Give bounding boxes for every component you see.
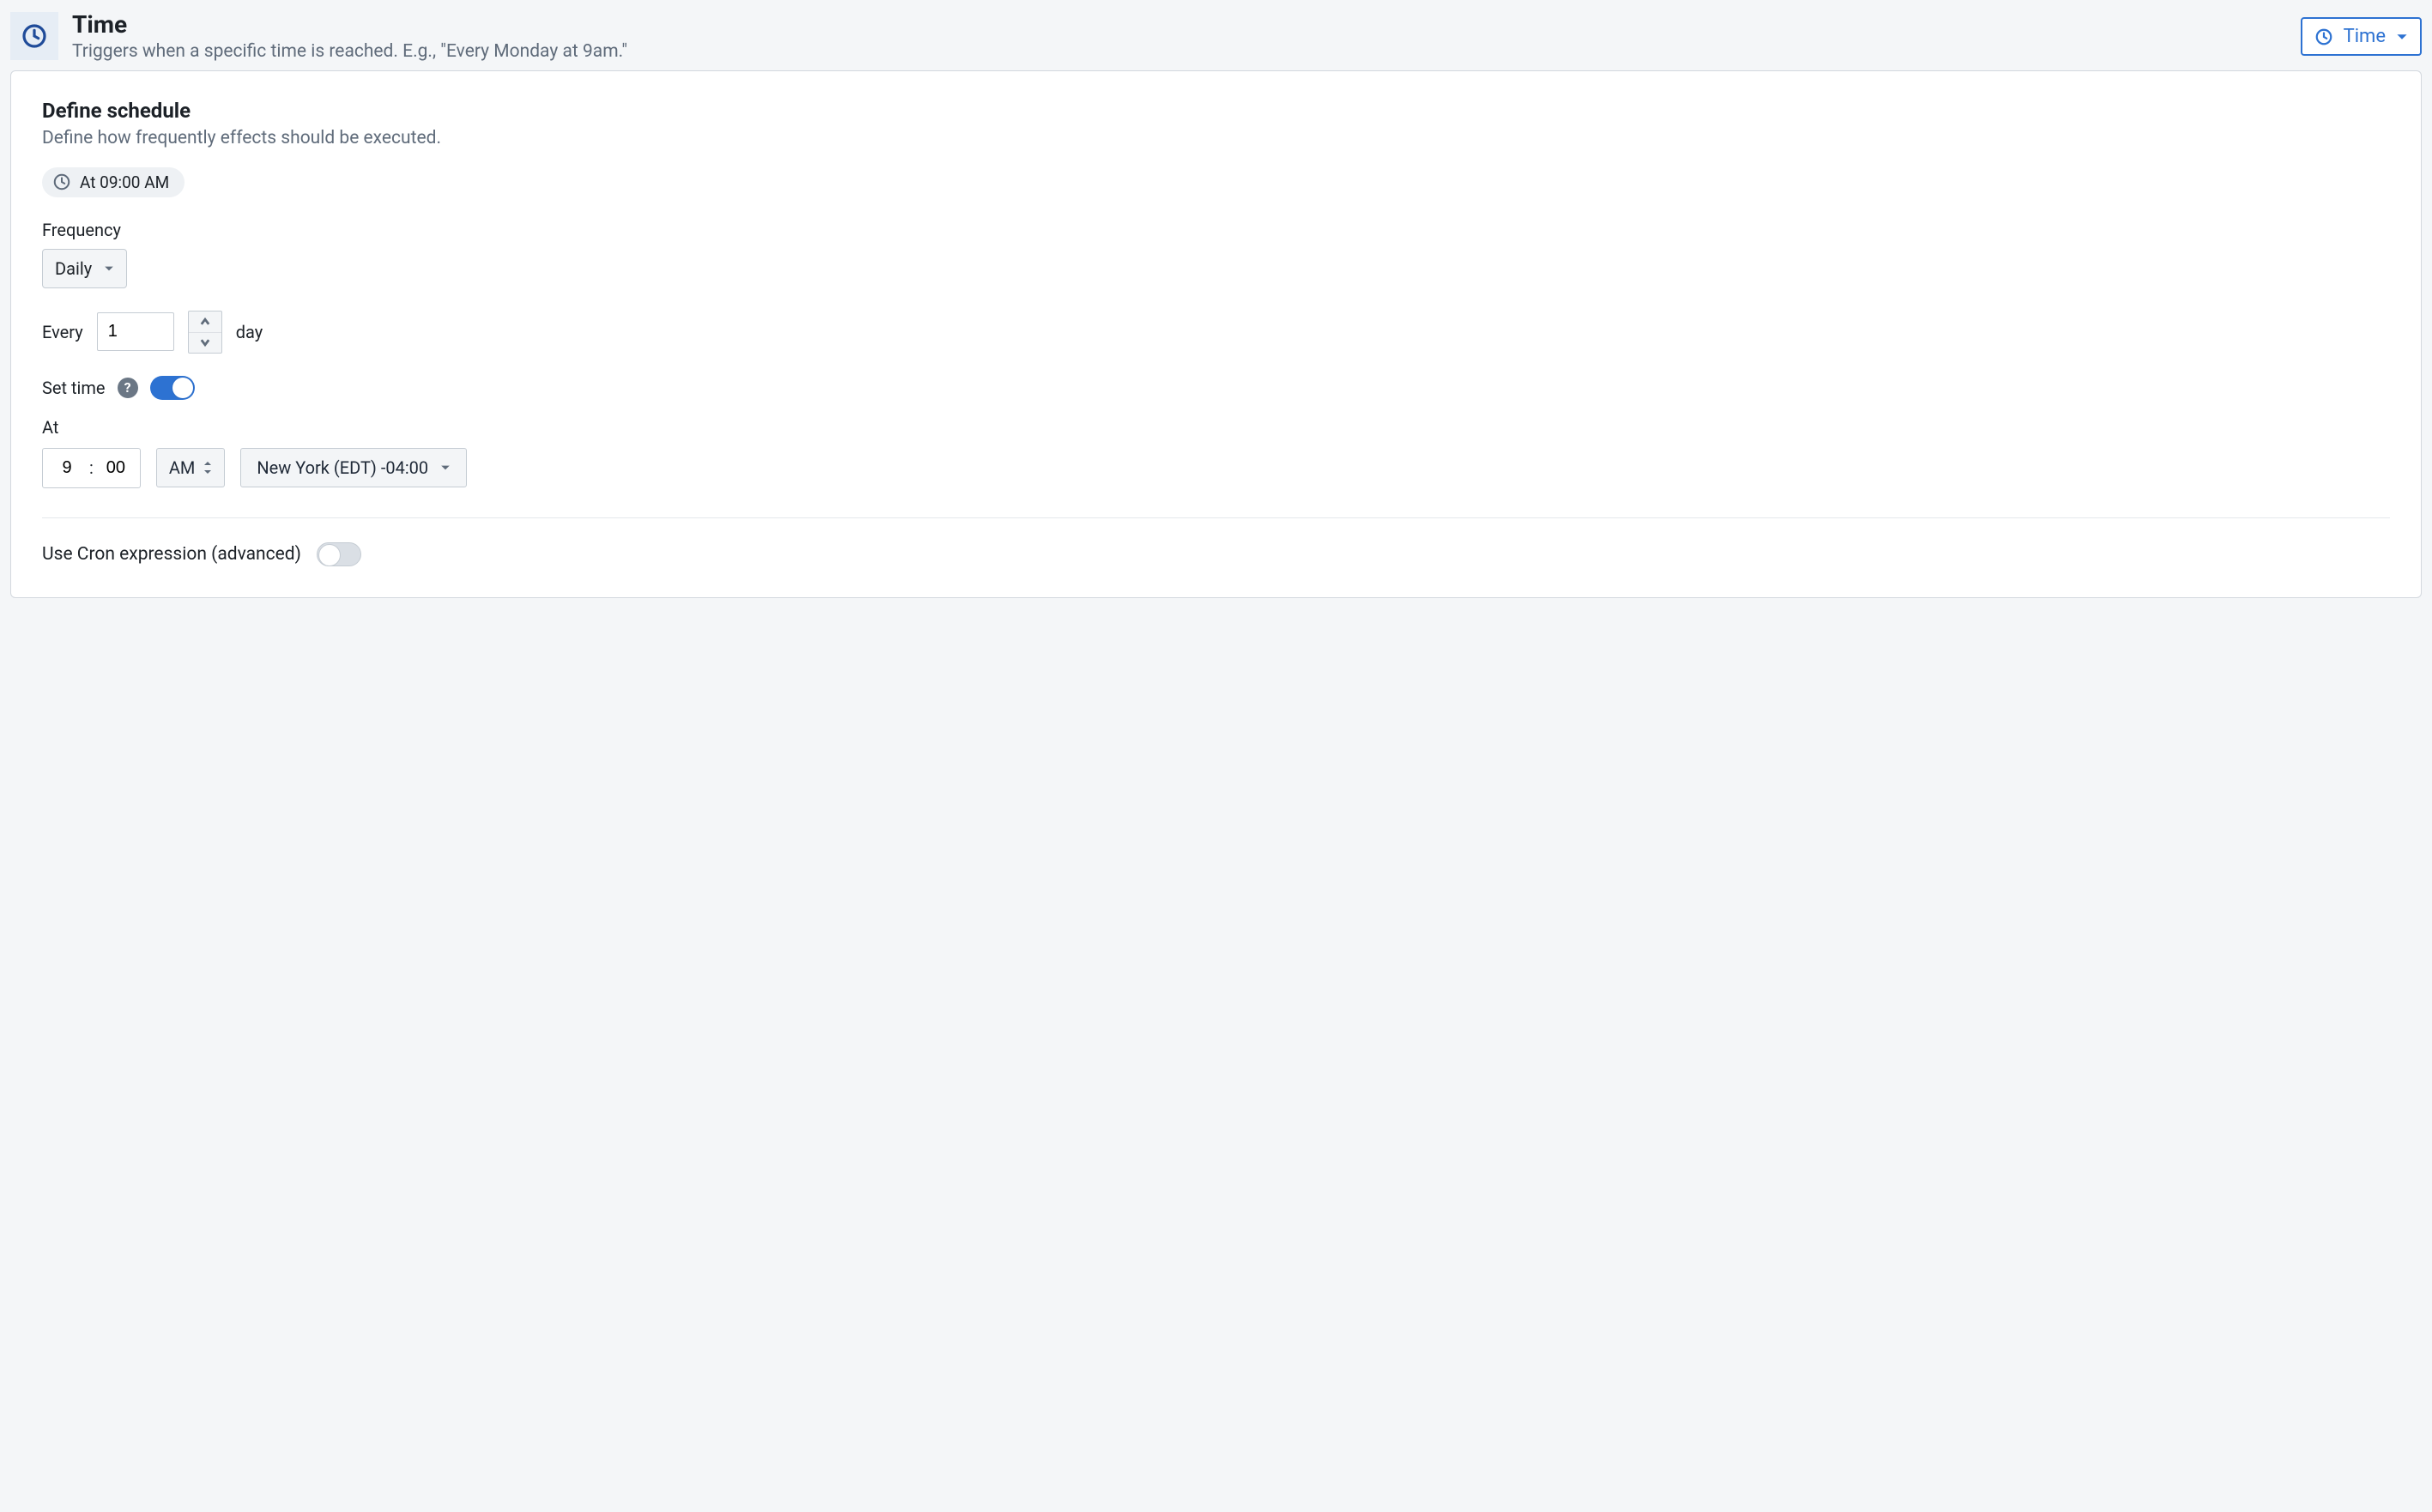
clock-icon <box>21 22 48 50</box>
chevron-up-icon <box>199 316 211 328</box>
stepper-up-button[interactable] <box>189 311 221 332</box>
at-label: At <box>42 417 2390 438</box>
schedule-summary-label: At 09:00 AM <box>80 172 169 192</box>
cron-toggle[interactable] <box>317 542 361 566</box>
page-header: Time Triggers when a specific time is re… <box>10 10 2422 70</box>
help-icon[interactable]: ? <box>118 378 138 398</box>
chevron-down-icon <box>203 468 212 476</box>
frequency-label: Frequency <box>42 220 2390 240</box>
timezone-value: New York (EDT) -04:00 <box>257 457 428 478</box>
stepper-down-button[interactable] <box>189 332 221 353</box>
schedule-summary-chip: At 09:00 AM <box>42 167 185 197</box>
trigger-type-selector[interactable]: Time <box>2301 17 2422 56</box>
section-subtitle: Define how frequently effects should be … <box>42 128 2390 148</box>
hour-input[interactable] <box>55 457 79 479</box>
frequency-value: Daily <box>55 258 92 279</box>
page-subtitle: Triggers when a specific time is reached… <box>72 41 2287 62</box>
time-input-group: : <box>42 448 141 488</box>
every-count-stepper <box>188 311 222 354</box>
minute-input[interactable] <box>104 457 128 479</box>
clock-icon <box>52 172 71 191</box>
schedule-panel: Define schedule Define how frequently ef… <box>10 70 2422 598</box>
section-title: Define schedule <box>42 99 2390 123</box>
caret-down-icon <box>440 463 451 473</box>
page-title: Time <box>72 10 2287 39</box>
every-prefix-label: Every <box>42 322 83 342</box>
every-unit-label: day <box>236 322 263 342</box>
meridiem-select[interactable]: AM <box>156 448 226 487</box>
chevron-down-icon <box>199 336 211 348</box>
time-colon: : <box>89 457 94 478</box>
divider <box>42 517 2390 518</box>
timezone-select[interactable]: New York (EDT) -04:00 <box>240 448 467 487</box>
set-time-toggle[interactable] <box>150 376 195 400</box>
time-trigger-icon-box <box>10 12 58 60</box>
every-count-input[interactable] <box>97 312 174 351</box>
set-time-label: Set time <box>42 378 106 398</box>
meridiem-value: AM <box>169 457 196 478</box>
trigger-type-label: Time <box>2344 26 2386 47</box>
cron-label: Use Cron expression (advanced) <box>42 544 301 565</box>
frequency-select[interactable]: Daily <box>42 249 127 288</box>
caret-down-icon <box>104 263 114 274</box>
clock-icon <box>2314 27 2333 46</box>
chevron-up-icon <box>203 459 212 468</box>
caret-down-icon <box>2396 31 2408 43</box>
